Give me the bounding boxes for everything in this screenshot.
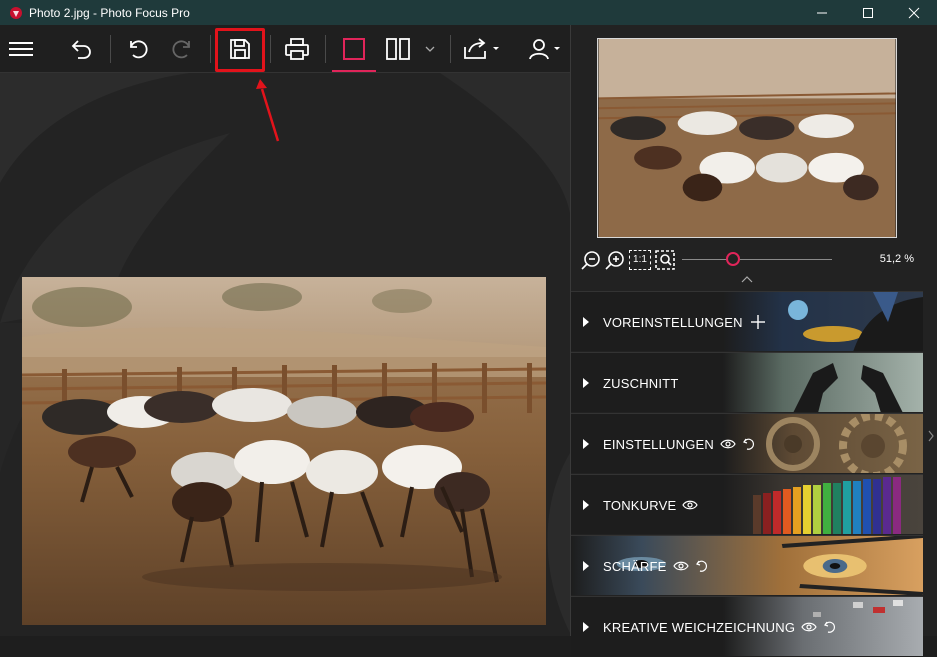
share-icon [464,38,499,59]
print-icon [285,38,309,60]
chevron-down-icon [425,46,435,52]
save-icon [230,39,250,59]
expand-sidebar-icon[interactable] [927,430,935,442]
compare-view-icon [386,38,410,60]
plus-icon[interactable] [749,313,767,331]
panel-sharpness[interactable]: SCHÄRFE [571,535,923,595]
window-title: Photo 2.jpg - Photo Focus Pro [29,5,190,20]
account-button[interactable] [524,25,566,73]
revert-icon [71,40,91,59]
zoom-fit-icon[interactable] [655,250,675,270]
toolbar [0,25,570,73]
print-button[interactable] [279,25,315,73]
visibility-eye-icon[interactable] [720,438,736,450]
maximize-button[interactable] [845,0,891,25]
zoom-slider-track[interactable] [682,259,832,260]
menu-button[interactable] [3,25,39,73]
undo-button[interactable] [120,25,156,73]
reset-icon[interactable] [823,620,837,634]
panel-adjustments-label: EINSTELLUNGEN [603,436,714,452]
single-view-button[interactable] [336,25,372,73]
zoom-slider-thumb[interactable] [726,252,740,266]
zoom-in-icon[interactable] [605,250,625,270]
panel-crop-label: ZUSCHNITT [603,375,679,391]
app-logo-icon [10,6,22,19]
minimize-icon [817,12,827,13]
panel-tone-curve-art [723,475,923,534]
hamburger-icon [9,42,33,56]
save-button[interactable] [220,25,260,73]
panel-presets[interactable]: VOREINSTELLUNGEN [571,291,923,351]
maximize-icon [863,7,873,18]
panel-crop-art [723,353,923,412]
minimize-button[interactable] [799,0,845,25]
close-icon [908,7,920,18]
redo-icon [172,40,190,59]
zoom-actual-size-button[interactable]: 1:1 [629,250,651,270]
zoom-out-icon[interactable] [581,250,601,270]
collapse-navigator-icon[interactable] [741,275,753,283]
title-bar: Photo 2.jpg - Photo Focus Pro [0,0,937,25]
close-button[interactable] [891,0,937,25]
panel-tone-curve-label: TONKURVE [603,497,677,513]
revert-button[interactable] [64,25,100,73]
view-options-dropdown[interactable] [422,25,438,73]
panel-adjustments[interactable]: EINSTELLUNGEN [571,413,923,473]
user-icon [529,39,560,60]
redo-button[interactable] [164,25,200,73]
share-button[interactable] [458,25,504,73]
undo-icon [130,40,148,59]
zoom-percentage: 51,2 % [879,253,914,265]
reset-icon[interactable] [695,559,709,573]
panel-presets-label: VOREINSTELLUNGEN [603,314,743,330]
single-view-icon [343,38,365,60]
visibility-eye-icon[interactable] [672,560,689,572]
workspace [0,25,570,636]
reset-icon[interactable] [742,437,756,451]
panel-sharpness-label: SCHÄRFE [603,558,667,574]
main-photo [22,277,546,625]
visibility-eye-icon[interactable] [682,499,699,511]
panel-creative-blur-label: KREATIVE WEICHZEICHNUNG [603,619,796,635]
compare-view-button[interactable] [380,25,416,73]
panel-crop[interactable]: ZUSCHNITT [571,352,923,412]
annotation-arrow [256,79,280,142]
navigator-preview[interactable] [597,38,897,238]
sidebar: 1:1 51,2 % VOREINSTELLUNGEN ZUSCHNITT EI… [570,25,937,656]
zoom-controls: 1:1 51,2 % [579,247,929,273]
adjustment-panels: VOREINSTELLUNGEN ZUSCHNITT EINSTELLUNGEN… [571,291,923,657]
panel-tone-curve[interactable]: TONKURVE [571,474,923,534]
active-view-indicator [332,70,376,72]
visibility-eye-icon[interactable] [801,621,817,633]
panel-creative-blur[interactable]: KREATIVE WEICHZEICHNUNG [571,596,923,656]
